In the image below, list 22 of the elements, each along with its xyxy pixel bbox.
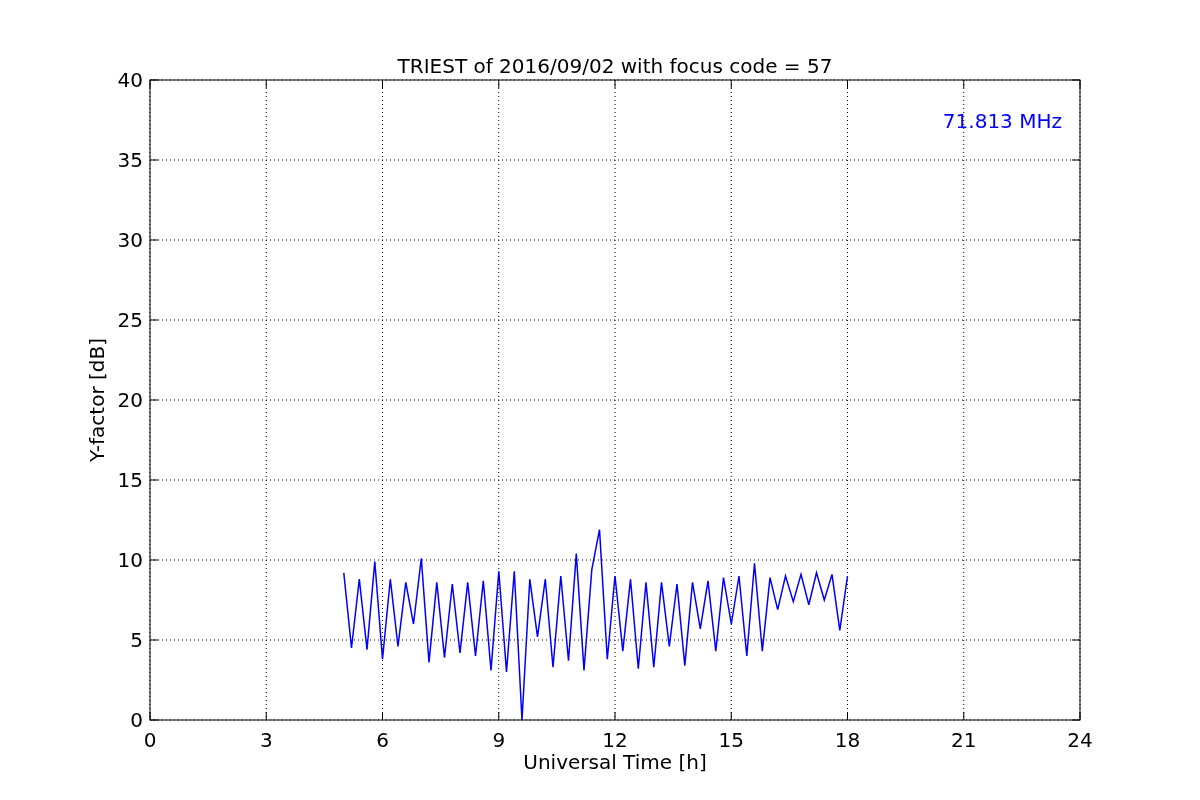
y-tick-label: 35 [117, 148, 143, 172]
x-tick-label: 0 [143, 728, 157, 752]
x-tick-label: 12 [602, 728, 628, 752]
x-tick-label: 18 [834, 728, 861, 752]
chart-title: TRIEST of 2016/09/02 with focus code = 57 [397, 54, 833, 78]
x-tick-label: 21 [951, 728, 977, 752]
x-tick-label: 9 [492, 728, 506, 752]
x-tick-label: 3 [259, 728, 273, 752]
y-tick-label: 30 [117, 228, 143, 252]
y-axis-label: Y-factor [dB] [85, 338, 109, 462]
y-tick-label: 0 [130, 708, 143, 732]
x-tick-label: 6 [376, 728, 389, 752]
y-tick-label: 10 [117, 548, 143, 572]
y-tick-label: 15 [117, 468, 143, 492]
y-tick-label: 5 [130, 628, 143, 652]
x-tick-label: 24 [1067, 728, 1093, 752]
y-tick-label: 20 [117, 388, 143, 412]
x-axis-label: Universal Time [h] [523, 750, 707, 774]
y-tick-label: 25 [117, 308, 143, 332]
y-tick-label: 40 [117, 68, 143, 92]
series-label: 71.813 MHz [942, 109, 1062, 133]
x-tick-label: 15 [718, 728, 744, 752]
